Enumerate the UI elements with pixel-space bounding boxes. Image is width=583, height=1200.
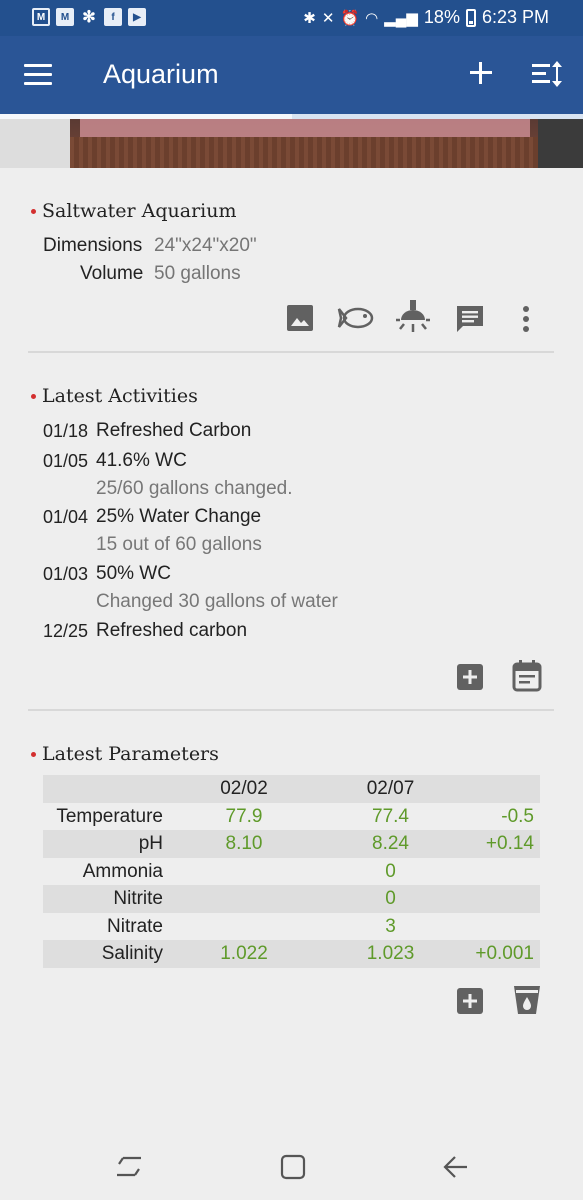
parameter-delta: +0.001 bbox=[475, 943, 534, 964]
activity-text[interactable]: 41.6% WC bbox=[96, 450, 187, 472]
fish-icon[interactable] bbox=[336, 303, 376, 333]
activity-date: 12/25 bbox=[43, 621, 89, 641]
activity-text[interactable]: Refreshed carbon bbox=[96, 620, 247, 642]
parameter-value: 3 bbox=[385, 915, 396, 937]
parameters-table: 02/02 02/07 Temperature 77.9 77.4 -0.5 p… bbox=[43, 775, 540, 968]
section-bullet bbox=[31, 394, 36, 399]
add-activity-icon[interactable] bbox=[455, 662, 485, 692]
table-row[interactable]: Temperature 77.9 77.4 -0.5 bbox=[43, 803, 540, 831]
activity-date: 01/04 bbox=[43, 507, 89, 527]
system-nav-bar bbox=[0, 1132, 583, 1200]
calendar-icon[interactable] bbox=[511, 659, 543, 693]
column-header: 02/02 bbox=[220, 778, 268, 799]
alarm-icon: ⏰ bbox=[340, 9, 360, 27]
battery-icon bbox=[465, 8, 476, 27]
parameter-name: Temperature bbox=[56, 805, 163, 827]
test-cup-icon[interactable] bbox=[512, 984, 542, 1016]
gmail-icon: M bbox=[32, 8, 50, 26]
parameter-delta: +0.14 bbox=[485, 833, 534, 854]
section-bullet bbox=[31, 752, 36, 757]
divider bbox=[28, 709, 554, 711]
table-row[interactable]: pH 8.10 8.24 +0.14 bbox=[43, 830, 540, 858]
activity-note: 15 out of 60 gallons bbox=[96, 534, 262, 555]
table-row[interactable]: Nitrate 3 bbox=[43, 913, 540, 941]
dimensions-label: Dimensions bbox=[43, 235, 143, 256]
divider bbox=[28, 351, 554, 353]
table-row[interactable]: Ammonia 0 bbox=[43, 858, 540, 886]
sort-icon[interactable] bbox=[530, 59, 566, 89]
parameter-value: 0 bbox=[385, 888, 396, 909]
more-vert-icon[interactable] bbox=[519, 305, 533, 333]
activity-date: 01/05 bbox=[43, 451, 89, 471]
status-bar: M M ✻ f ▶ ✱ ✕ ⏰ ◠ ▂▄▆ 18% 6:23 PM bbox=[0, 0, 583, 36]
comment-icon[interactable] bbox=[455, 304, 485, 334]
parameter-delta: -0.5 bbox=[501, 805, 534, 827]
activity-text[interactable]: 50% WC bbox=[96, 563, 171, 585]
youtube-icon: ▶ bbox=[128, 8, 146, 26]
activity-text[interactable]: 25% Water Change bbox=[96, 506, 261, 528]
recent-apps-icon[interactable] bbox=[115, 1154, 143, 1180]
yelp-icon: ✻ bbox=[82, 9, 96, 26]
dimensions-value: 24"x24"x20" bbox=[154, 235, 257, 256]
parameter-name: Nitrate bbox=[107, 915, 163, 937]
tank-name: Saltwater Aquarium bbox=[42, 200, 237, 222]
add-icon[interactable] bbox=[466, 58, 496, 88]
facebook-icon: f bbox=[104, 8, 122, 26]
home-icon[interactable] bbox=[279, 1153, 307, 1181]
parameters-title: Latest Parameters bbox=[42, 743, 219, 765]
activity-date: 01/03 bbox=[43, 564, 89, 584]
activity-text[interactable]: Refreshed Carbon bbox=[96, 420, 251, 442]
back-icon[interactable] bbox=[441, 1153, 469, 1181]
activity-date: 01/18 bbox=[43, 421, 89, 441]
page-title: Aquarium bbox=[103, 59, 219, 89]
light-icon[interactable] bbox=[395, 298, 431, 336]
activities-title: Latest Activities bbox=[42, 385, 198, 407]
volume-label: Volume bbox=[80, 263, 144, 284]
menu-icon[interactable] bbox=[24, 64, 52, 86]
system-status: ✱ ✕ ⏰ ◠ ▂▄▆ 18% 6:23 PM bbox=[303, 7, 549, 28]
bluetooth-icon: ✱ bbox=[303, 9, 316, 27]
parameter-name: Nitrite bbox=[113, 888, 163, 909]
table-header: 02/02 02/07 bbox=[43, 775, 540, 803]
parameter-name: Ammonia bbox=[82, 860, 163, 882]
parameter-value: 1.023 bbox=[366, 943, 415, 964]
mute-icon: ✕ bbox=[321, 9, 335, 27]
signal-icon: ▂▄▆ bbox=[384, 9, 418, 27]
parameter-name: Salinity bbox=[101, 943, 163, 964]
app-bar: Aquarium bbox=[0, 36, 583, 114]
parameter-value: 0 bbox=[385, 860, 396, 882]
parameter-value: 1.022 bbox=[220, 943, 268, 964]
clock: 6:23 PM bbox=[481, 7, 549, 27]
parameter-value: 77.4 bbox=[372, 805, 409, 827]
volume-value: 50 gallons bbox=[154, 263, 241, 284]
column-header: 02/07 bbox=[366, 778, 415, 799]
section-bullet bbox=[31, 209, 36, 214]
parameter-value: 8.24 bbox=[372, 833, 409, 854]
parameter-name: pH bbox=[138, 833, 163, 854]
gmail-icon: M bbox=[56, 8, 74, 26]
parameter-value: 8.10 bbox=[225, 833, 263, 854]
image-icon[interactable] bbox=[285, 303, 315, 333]
wifi-icon: ◠ bbox=[365, 9, 379, 27]
table-row[interactable]: Salinity 1.022 1.023 +0.001 bbox=[43, 940, 540, 968]
battery-percent: 18% bbox=[423, 7, 460, 27]
activity-note: Changed 30 gallons of water bbox=[96, 591, 338, 612]
add-parameter-icon[interactable] bbox=[455, 986, 485, 1016]
table-row[interactable]: Nitrite 0 bbox=[43, 885, 540, 913]
parameter-value: 77.9 bbox=[225, 805, 263, 827]
activity-note: 25/60 gallons changed. bbox=[96, 478, 293, 499]
aquarium-photo[interactable] bbox=[0, 119, 583, 168]
notification-icons: M M ✻ f ▶ bbox=[32, 8, 146, 26]
